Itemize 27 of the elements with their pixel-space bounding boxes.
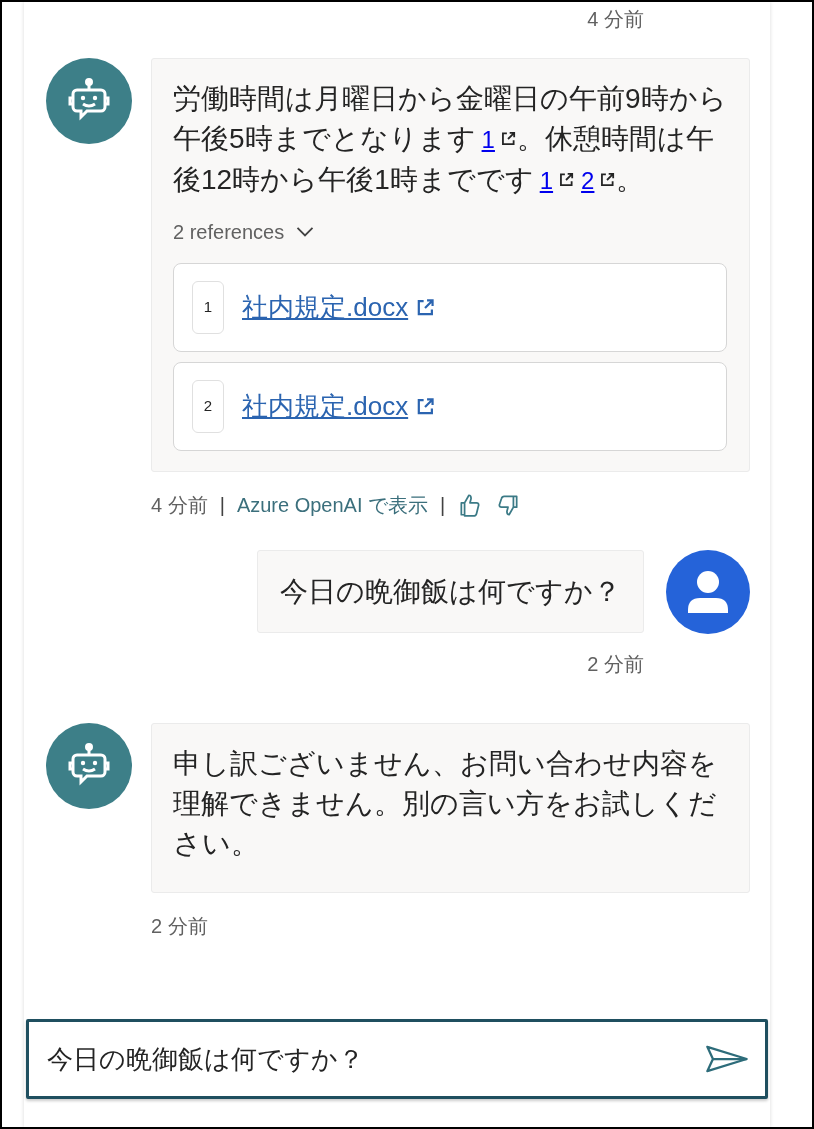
reference-card[interactable]: 1 社内規定.docx: [173, 263, 727, 352]
message-input[interactable]: 今日の晩御飯は何ですか？: [26, 1019, 768, 1099]
message-text: 申し訳ございません、お問い合わせ内容を理解できません。別の言い方をお試しください。: [173, 747, 718, 861]
citation-link[interactable]: 1: [539, 161, 554, 201]
view-source-link[interactable]: Azure OpenAI で表示: [236, 490, 429, 520]
external-link-icon: [598, 171, 617, 189]
reference-link[interactable]: 社内規定.docx: [242, 288, 409, 327]
references-toggle[interactable]: 2 references: [173, 217, 285, 247]
bot-avatar-icon: [46, 58, 132, 144]
reference-card[interactable]: 2 社内規定.docx: [173, 362, 727, 451]
timestamp: 4 分前: [587, 7, 644, 32]
citation-link[interactable]: 2: [581, 161, 595, 201]
reference-number: 2: [192, 380, 224, 433]
reference-link[interactable]: 社内規定.docx: [242, 387, 409, 426]
separator: |: [219, 493, 225, 518]
user-avatar-icon: [666, 550, 750, 634]
reference-number: 1: [192, 281, 224, 334]
timestamp: 2 分前: [151, 914, 208, 939]
citation-link[interactable]: 1: [481, 120, 495, 160]
bot-avatar-icon: [46, 723, 132, 809]
timestamp: 2 分前: [587, 652, 644, 677]
external-link-icon: [557, 171, 576, 189]
timestamp: 4 分前: [151, 493, 208, 518]
message-text: 労働時間は月曜日から金曜日の午前9時から午後5時までとなります 1 。休憩時間は午後12時から午後1時までです 1 2 。: [173, 79, 727, 201]
message-text: 今日の晩御飯は何ですか？: [280, 575, 621, 609]
separator: |: [440, 493, 446, 518]
send-icon[interactable]: [704, 1044, 750, 1074]
